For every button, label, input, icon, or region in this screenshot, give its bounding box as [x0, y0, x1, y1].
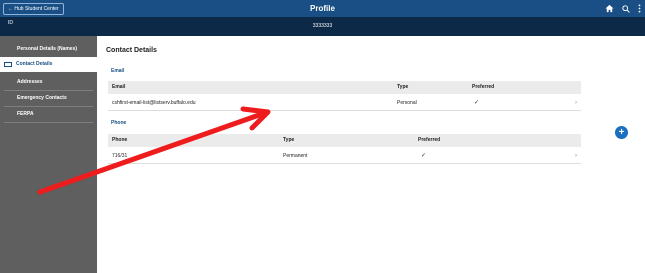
- more-vertical-icon[interactable]: [638, 4, 641, 13]
- sidebar-item-label: Addresses: [17, 79, 43, 85]
- header-actions: [605, 2, 641, 15]
- email-address: cshfirst-email-list@listserv.buffalo.edu: [112, 100, 196, 106]
- sidebar-item-emergency-contacts[interactable]: Emergency Contacts: [0, 91, 97, 106]
- main-content: Contact Details Email Email Type Preferr…: [97, 36, 645, 273]
- phone-table-row[interactable]: 716/31 Permanent ✓ ›: [108, 149, 581, 164]
- sidebar-item-ferpa[interactable]: FERPA: [0, 107, 97, 122]
- sidebar-item-label: Emergency Contacts: [17, 95, 67, 101]
- search-icon[interactable]: [622, 4, 630, 13]
- student-id-bar: ID 3333333: [0, 17, 645, 36]
- email-table-header: Email Type Preferred: [108, 81, 581, 94]
- top-banner: ← Hub Student Center Profile: [0, 0, 645, 17]
- column-header-email: Email: [112, 84, 126, 90]
- page-title: Profile: [310, 4, 335, 13]
- sidebar-item-label: Personal Details (Names): [17, 46, 78, 52]
- column-header-type: Type: [283, 137, 295, 143]
- sidebar-item-label: FERPA: [17, 111, 34, 117]
- sidebar-divider: [4, 122, 93, 123]
- email-table-row[interactable]: cshfirst-email-list@listserv.buffalo.edu…: [108, 96, 581, 111]
- chevron-right-icon: ›: [575, 100, 577, 106]
- column-header-phone: Phone: [112, 137, 128, 143]
- chevron-right-icon: ›: [575, 153, 577, 159]
- preferred-check-icon: ✓: [421, 153, 427, 159]
- email-section-title: Email: [111, 68, 125, 74]
- home-icon[interactable]: [605, 4, 614, 13]
- column-header-preferred: Preferred: [472, 84, 495, 90]
- email-type: Personal: [397, 100, 417, 106]
- sidebar-item-contact-details[interactable]: Contact Details: [0, 57, 97, 72]
- phone-type: Permanent: [283, 153, 308, 159]
- contact-card-icon: [4, 62, 12, 67]
- sidebar-item-label: Contact Details: [16, 61, 53, 67]
- phone-number: 716/31: [112, 153, 128, 159]
- preferred-check-icon: ✓: [474, 100, 480, 106]
- phone-table-header: Phone Type Preferred: [108, 134, 581, 147]
- column-header-preferred: Preferred: [418, 137, 441, 143]
- sidebar-item-personal-details[interactable]: Personal Details (Names): [0, 42, 97, 57]
- sidebar: Personal Details (Names) Contact Details…: [0, 36, 97, 273]
- id-value: 3333333: [312, 23, 333, 29]
- sidebar-item-addresses[interactable]: Addresses: [0, 75, 97, 90]
- add-phone-button[interactable]: +: [615, 126, 628, 139]
- column-header-type: Type: [397, 84, 409, 90]
- content-title: Contact Details: [106, 47, 157, 54]
- phone-section-title: Phone: [111, 120, 127, 126]
